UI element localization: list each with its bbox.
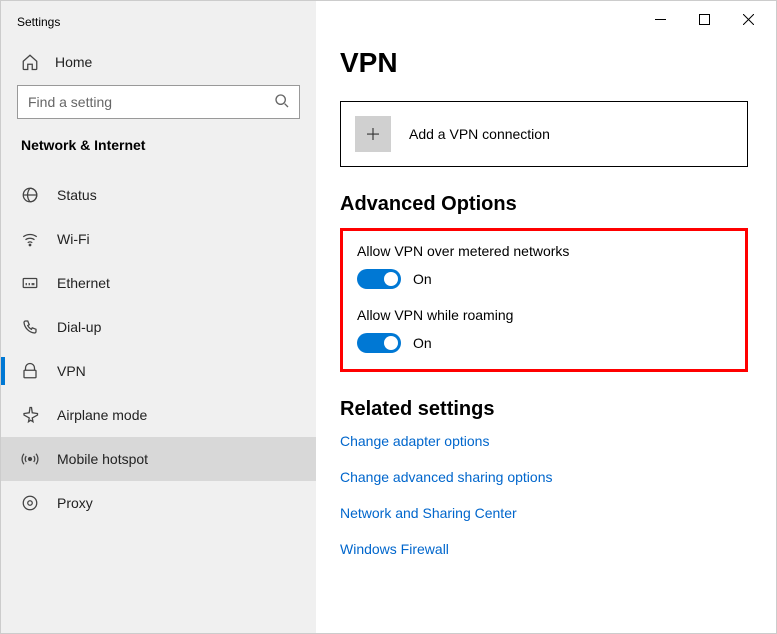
sidebar-item-label: VPN <box>57 363 86 379</box>
highlight-box: Allow VPN over metered networks On Allow… <box>340 228 748 372</box>
sidebar-item-ethernet[interactable]: Ethernet <box>1 261 316 305</box>
proxy-icon <box>21 494 39 512</box>
link-adapter-options[interactable]: Change adapter options <box>340 433 748 449</box>
maximize-button[interactable] <box>682 5 726 33</box>
toggle-label: Allow VPN over metered networks <box>357 243 731 259</box>
sidebar-item-hotspot[interactable]: Mobile hotspot <box>1 437 316 481</box>
link-network-center[interactable]: Network and Sharing Center <box>340 505 748 521</box>
sidebar-item-proxy[interactable]: Proxy <box>1 481 316 525</box>
toggle-label: Allow VPN while roaming <box>357 307 731 323</box>
home-label: Home <box>55 54 92 70</box>
toggle-metered-switch[interactable] <box>357 269 401 289</box>
titlebar <box>316 1 776 37</box>
main-panel: VPN Add a VPN connection Advanced Option… <box>316 1 776 633</box>
sidebar-item-label: Proxy <box>57 495 93 511</box>
sidebar-item-label: Status <box>57 187 97 203</box>
search-wrap <box>17 85 300 119</box>
search-icon <box>274 93 290 109</box>
hotspot-icon <box>21 450 39 468</box>
sidebar: Settings Home Network & Internet Status … <box>1 1 316 633</box>
search-input[interactable] <box>17 85 300 119</box>
vpn-icon <box>21 362 39 380</box>
sidebar-item-airplane[interactable]: Airplane mode <box>1 393 316 437</box>
section-header: Network & Internet <box>1 137 316 165</box>
toggle-roaming-switch[interactable] <box>357 333 401 353</box>
sidebar-item-vpn[interactable]: VPN <box>1 349 316 393</box>
plus-icon <box>355 116 391 152</box>
airplane-icon <box>21 406 39 424</box>
related-links: Change adapter options Change advanced s… <box>340 433 748 557</box>
wifi-icon <box>21 230 39 248</box>
sidebar-item-label: Dial-up <box>57 319 101 335</box>
ethernet-icon <box>21 274 39 292</box>
nav-list: Status Wi-Fi Ethernet Dial-up VPN Airpla… <box>1 173 316 525</box>
sidebar-item-status[interactable]: Status <box>1 173 316 217</box>
toggle-metered: Allow VPN over metered networks On <box>357 243 731 289</box>
advanced-options-title: Advanced Options <box>340 193 748 216</box>
toggle-roaming: Allow VPN while roaming On <box>357 307 731 353</box>
home-button[interactable]: Home <box>1 43 316 85</box>
close-button[interactable] <box>726 5 770 33</box>
link-advanced-sharing[interactable]: Change advanced sharing options <box>340 469 748 485</box>
sidebar-item-label: Ethernet <box>57 275 110 291</box>
sidebar-item-wifi[interactable]: Wi-Fi <box>1 217 316 261</box>
minimize-button[interactable] <box>638 5 682 33</box>
sidebar-item-label: Wi-Fi <box>57 231 90 247</box>
link-windows-firewall[interactable]: Windows Firewall <box>340 541 748 557</box>
sidebar-item-dialup[interactable]: Dial-up <box>1 305 316 349</box>
add-vpn-label: Add a VPN connection <box>409 126 550 142</box>
sidebar-item-label: Airplane mode <box>57 407 147 423</box>
app-title: Settings <box>1 9 316 43</box>
page-title: VPN <box>340 47 748 79</box>
toggle-state: On <box>413 271 432 287</box>
add-vpn-button[interactable]: Add a VPN connection <box>340 101 748 167</box>
dialup-icon <box>21 318 39 336</box>
toggle-state: On <box>413 335 432 351</box>
status-icon <box>21 186 39 204</box>
sidebar-item-label: Mobile hotspot <box>57 451 148 467</box>
related-settings-title: Related settings <box>340 398 748 421</box>
content: VPN Add a VPN connection Advanced Option… <box>316 37 776 577</box>
home-icon <box>21 53 39 71</box>
